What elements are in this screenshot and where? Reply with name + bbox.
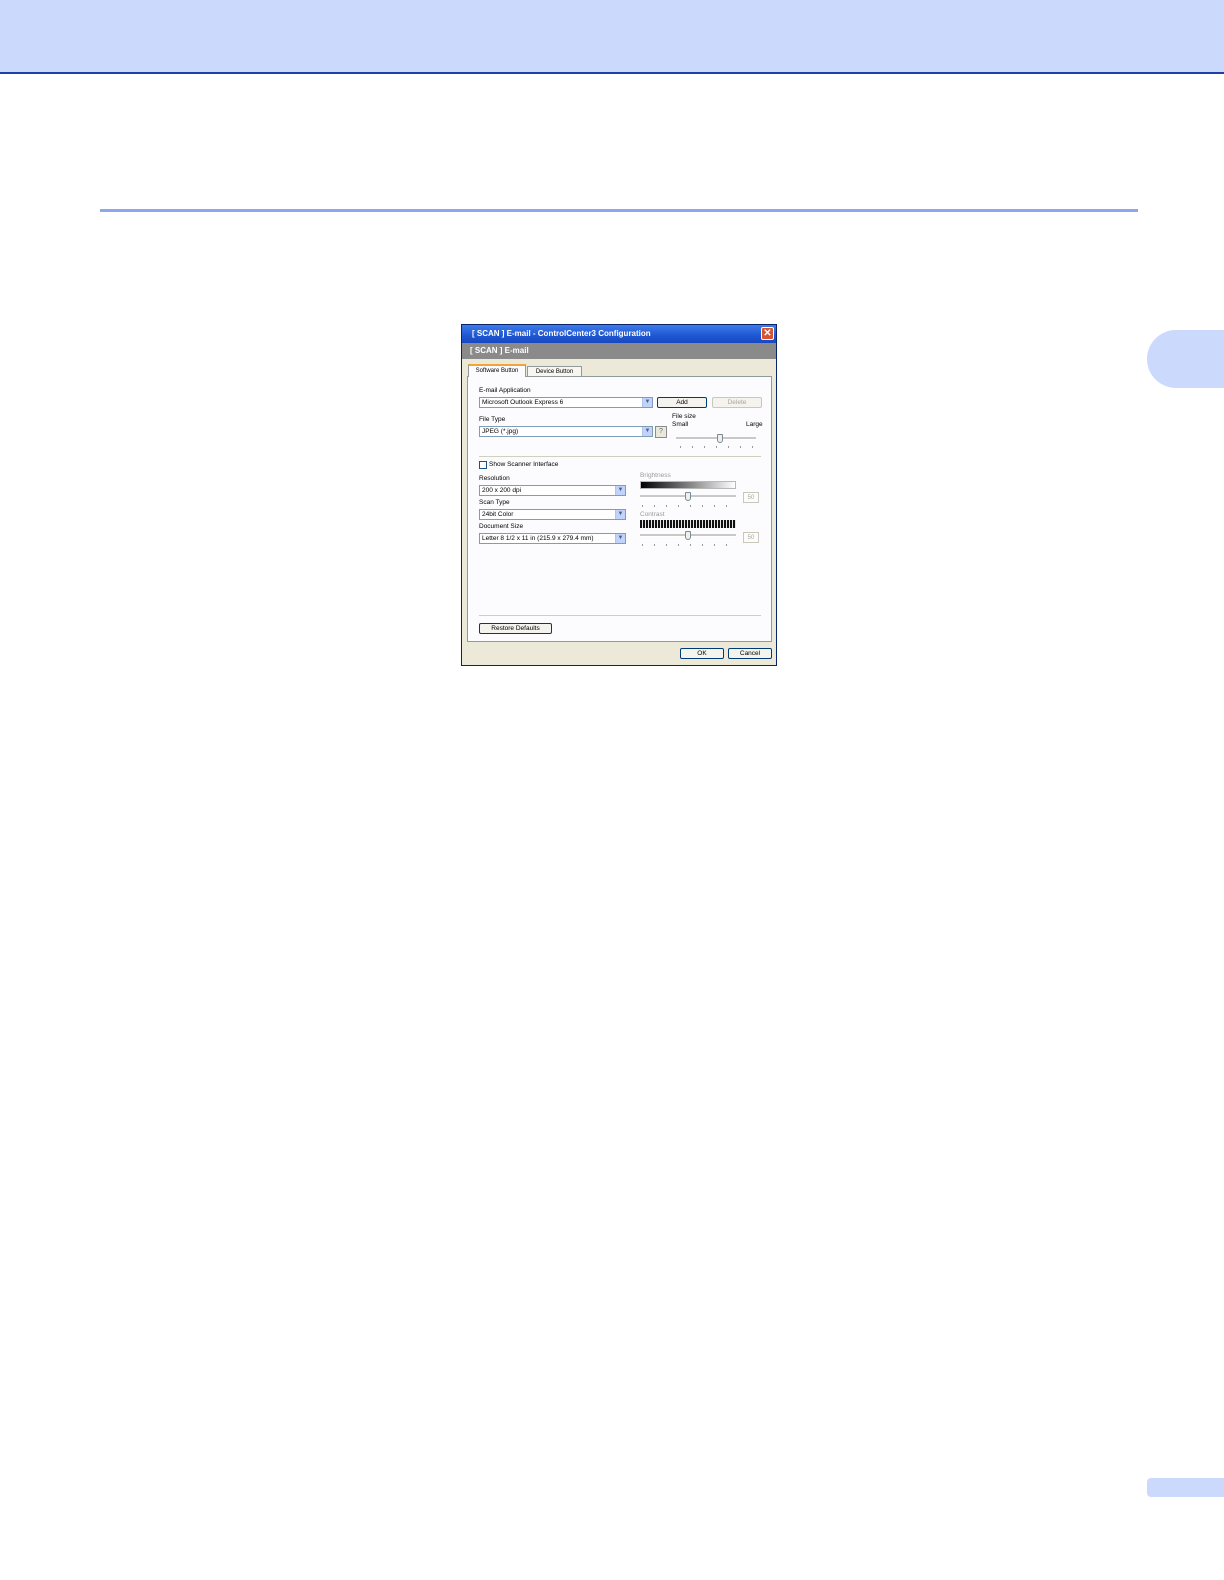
document-size-value: Letter 8 1/2 x 11 in (215.9 x 279.4 mm) [482,535,594,542]
email-application-value: Microsoft Outlook Express 6 [482,399,564,406]
email-application-label: E-mail Application [479,387,531,394]
restore-defaults-button[interactable]: Restore Defaults [479,623,552,634]
document-size-select[interactable]: Letter 8 1/2 x 11 in (215.9 x 279.4 mm) … [479,533,626,544]
show-scanner-interface-checkbox[interactable] [479,461,487,469]
close-icon: ✕ [763,328,772,339]
file-size-slider-track[interactable] [676,437,756,440]
brightness-slider-ticks [642,505,736,507]
page-number-tab [1147,1478,1224,1497]
brightness-value-field[interactable]: 50 [743,492,759,503]
ok-button[interactable]: OK [680,648,724,659]
page-header-band [0,0,1224,74]
banner-title: [ SCAN ] E-mail [470,346,529,355]
scan-type-value: 24bit Color [482,511,514,518]
resolution-select[interactable]: 200 x 200 dpi ▼ [479,485,626,496]
add-button[interactable]: Add [657,397,707,408]
contrast-label: Contrast [640,511,665,518]
document-size-label: Document Size [479,523,524,530]
contrast-value-field[interactable]: 50 [743,532,759,543]
scan-type-select[interactable]: 24bit Color ▼ [479,509,626,520]
file-type-select[interactable]: JPEG (*.jpg) ▼ [479,426,653,437]
tab-label: Device Button [535,369,574,375]
tab-label: Software Button [475,368,519,374]
resolution-label: Resolution [479,475,510,482]
scan-type-label: Scan Type [479,499,510,506]
file-type-help-button[interactable]: ? [655,426,667,438]
brightness-slider-thumb[interactable] [685,492,691,501]
separator-line [479,456,761,457]
dialog-title: [ SCAN ] E-mail - ControlCenter3 Configu… [472,329,651,338]
chevron-down-icon: ▼ [642,398,652,407]
chevron-down-icon: ▼ [615,486,625,495]
email-application-select[interactable]: Microsoft Outlook Express 6 ▼ [479,397,653,408]
contrast-slider-thumb[interactable] [685,531,691,540]
tab-software-button[interactable]: Software Button [468,364,526,377]
section-divider [100,209,1138,212]
close-button[interactable]: ✕ [761,327,774,340]
file-type-label: File Type [479,416,506,423]
question-icon: ? [659,428,663,435]
contrast-pattern [640,520,736,528]
brightness-label: Brightness [640,472,671,479]
dialog-titlebar[interactable]: [ SCAN ] E-mail - ControlCenter3 Configu… [462,325,776,343]
chevron-down-icon: ▼ [615,510,625,519]
file-size-slider-ticks [680,446,758,448]
file-type-value: JPEG (*.jpg) [482,428,519,435]
file-size-label: File size [672,413,696,420]
file-size-slider-thumb[interactable] [717,434,723,443]
delete-button[interactable]: Delete [712,397,762,408]
contrast-slider-ticks [642,544,736,546]
chapter-tab [1147,330,1224,388]
dialog-banner: [ SCAN ] E-mail [462,343,776,359]
chevron-down-icon: ▼ [615,534,625,543]
separator-line [479,615,761,616]
cancel-button[interactable]: Cancel [728,648,772,659]
file-size-small-label: Small [672,421,689,428]
resolution-value: 200 x 200 dpi [482,487,522,494]
file-size-large-label: Large [746,421,763,428]
configuration-dialog: [ SCAN ] E-mail - ControlCenter3 Configu… [461,324,777,666]
tab-panel: E-mail Application Microsoft Outlook Exp… [467,376,772,642]
brightness-gradient [640,481,736,489]
chevron-down-icon: ▼ [642,427,652,436]
show-scanner-interface-label: Show Scanner Interface [489,461,559,468]
